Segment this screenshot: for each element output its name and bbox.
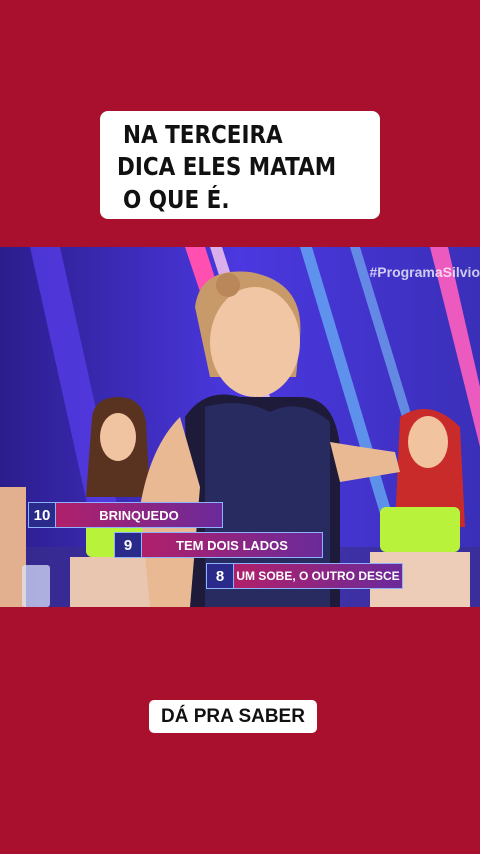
caption-line-1: NA TERCEIRA	[123, 120, 283, 149]
caption-box: NA TERCEIRA DICA ELES MATAM O QUE É.	[100, 111, 380, 219]
clue-row-9: 9 TEM DOIS LADOS	[114, 532, 323, 558]
video-frame[interactable]: #ProgramaSilvio 10 BRINQUEDO 9 TEM DOIS …	[0, 247, 480, 607]
caption-line-3: O QUE É.	[123, 185, 230, 214]
bottom-caption: DÁ PRA SABER	[149, 700, 317, 733]
watermark: #ProgramaSilvio	[369, 264, 480, 280]
caption-line-2: DICA ELES MATAM	[117, 152, 337, 181]
clue-text: UM SOBE, O OUTRO DESCE	[234, 563, 403, 589]
clue-number: 9	[114, 532, 142, 558]
clue-text: BRINQUEDO	[56, 502, 223, 528]
clue-number: 8	[206, 563, 234, 589]
clue-text: TEM DOIS LADOS	[142, 532, 323, 558]
clue-row-8: 8 UM SOBE, O OUTRO DESCE	[206, 563, 403, 589]
clue-number: 10	[28, 502, 56, 528]
clue-row-10: 10 BRINQUEDO	[28, 502, 223, 528]
